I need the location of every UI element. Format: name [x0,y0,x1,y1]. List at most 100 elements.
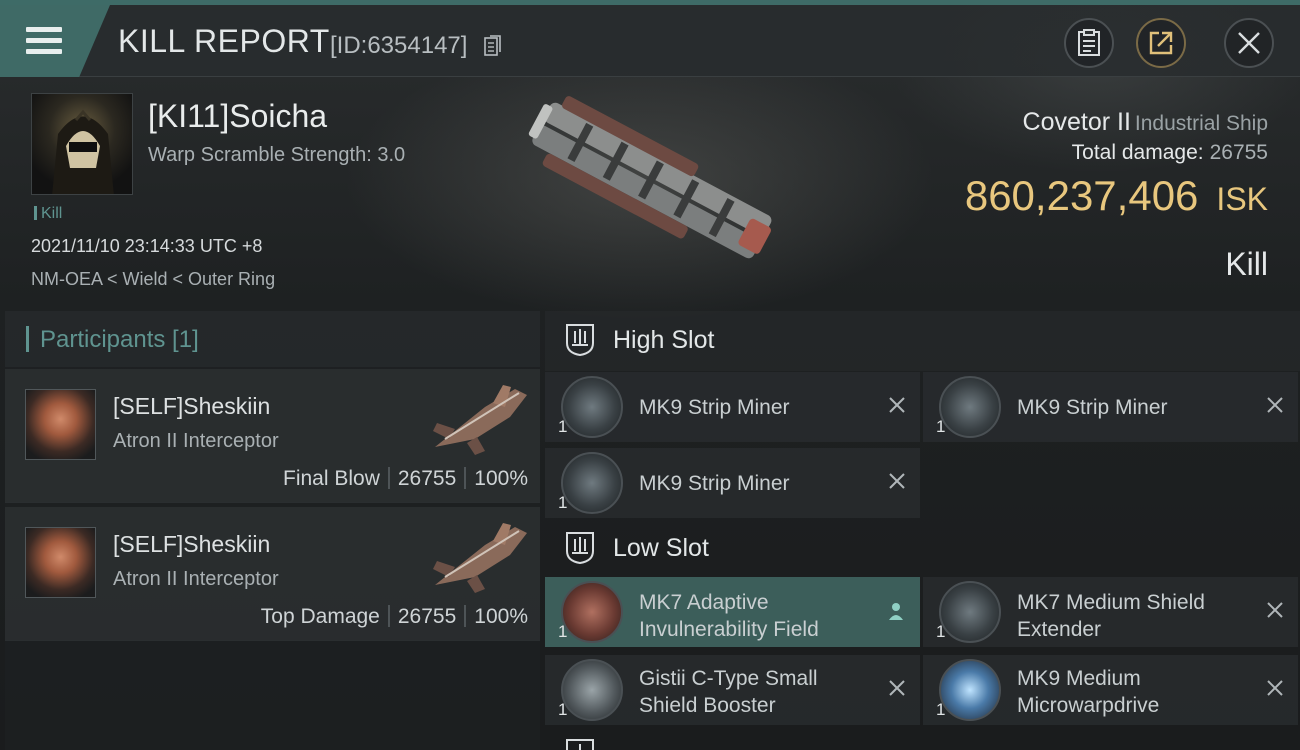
microwarpdrive-icon [939,659,1001,721]
participant-name: [SELF]Sheskiin [113,531,271,557]
slot-icon [566,324,594,357]
participant-damage: 26755 [397,605,457,628]
module-qty: 1 [936,417,946,436]
warp-scramble-strength: Warp Scramble Strength: 3.0 [148,144,406,166]
module-name-line1: MK7 Adaptive [639,591,769,614]
module-name: MK9 Strip Miner [639,472,790,495]
participants-header-accent [26,326,29,352]
stat-divider [387,605,390,627]
total-damage-value: 26755 [1209,141,1268,164]
participants-title: Participants [1] [40,326,199,353]
module-item[interactable]: 1 MK9 Strip Miner [923,372,1298,442]
menu-button[interactable] [0,5,110,77]
report-id: [ID:6354147] [330,32,468,59]
participant-percent: 100% [474,467,528,490]
module-item[interactable]: 1 MK9 Medium Microwarpdrive [923,655,1298,725]
module-name-line2: Microwarpdrive [1017,694,1160,717]
shield-extender-icon [939,581,1001,643]
remove-icon [1267,680,1283,696]
slot-icon [566,739,594,750]
module-qty: 1 [558,417,568,436]
participant-ship: Atron II Interceptor [113,430,279,452]
isk-unit: ISK [1216,181,1268,217]
participants-header: Participants [1] [5,311,540,367]
module-item[interactable]: 1 MK9 Strip Miner [545,372,920,442]
isk-amount: 860,237,406 [964,172,1199,219]
participant-avatar[interactable] [25,389,96,460]
module-name: MK7 Adaptive Invulnerability Field [639,589,819,643]
high-slot-header: High Slot [545,311,1300,371]
victim-avatar[interactable] [31,93,133,195]
stat-divider [464,605,467,627]
remove-icon [889,680,905,696]
module-qty: 1 [936,700,946,719]
module-name: MK9 Medium Microwarpdrive [1017,665,1159,719]
participant-avatar[interactable] [25,527,96,598]
shield-booster-icon [561,659,623,721]
module-name: MK9 Strip Miner [639,396,790,419]
module-name-line1: Gistii C-Type Small [639,667,818,690]
module-item[interactable]: 1 Gistii C-Type Small Shield Booster [545,655,920,725]
module-name-line1: MK9 Medium [1017,667,1141,690]
slot-icon [566,532,594,565]
clipboard-icon [1078,29,1100,56]
stat-divider [464,467,467,489]
person-icon [889,603,903,620]
module-item[interactable]: 1 MK7 Medium Shield Extender [923,577,1298,647]
victim-ship-class: Industrial Ship [1134,112,1268,135]
strip-miner-icon [561,452,623,514]
strip-miner-icon [561,376,623,438]
participant-row[interactable]: [SELF]Sheskiin Atron II Interceptor Top … [5,507,540,641]
module-name-line2: Extender [1017,618,1102,641]
participant-ship: Atron II Interceptor [113,568,279,590]
remove-icon [889,473,905,489]
invulnerability-field-icon [561,581,623,643]
kill-tag: Kill [34,205,62,223]
remove-icon [1267,602,1283,618]
participant-ship-image [433,385,527,455]
page-title: KILL REPORT [118,23,330,59]
kill-location[interactable]: NM-OEA < Wield < Outer Ring [31,269,275,290]
share-button[interactable] [1136,18,1186,68]
victim-ship[interactable]: Covetor II Industrial Ship [1023,108,1268,137]
victim-ship-image [528,96,772,259]
remove-icon [1267,397,1283,413]
participant-stats: Final Blow 26755 100% [283,467,528,491]
total-damage: Total damage: 26755 [1072,141,1268,165]
participant-role: Top Damage [260,605,380,628]
module-name: MK7 Medium Shield Extender [1017,589,1205,643]
module-name-line2: Shield Booster [639,694,776,717]
low-slot-header: Low Slot [545,519,1300,579]
participant-percent: 100% [474,605,528,628]
module-qty: 1 [558,700,568,719]
high-slot-title: High Slot [613,326,715,354]
module-item[interactable]: 1 MK7 Adaptive Invulnerability Field [545,577,920,647]
module-name-line1: MK7 Medium Shield [1017,591,1205,614]
module-qty: 1 [936,622,946,641]
victim-summary: [KI11]Soicha Warp Scramble Strength: 3.0… [0,78,1300,308]
participant-row[interactable]: [SELF]Sheskiin Atron II Interceptor Fina… [5,369,540,503]
low-slot-title: Low Slot [613,534,709,562]
module-item[interactable]: 1 MK9 Strip Miner [545,448,920,518]
mid-slot-header [545,732,1300,750]
remove-icon [889,397,905,413]
close-button[interactable] [1224,18,1274,68]
menu-icon [26,27,62,55]
strip-miner-icon [939,376,1001,438]
module-qty: 1 [558,493,568,512]
module-name: Gistii C-Type Small Shield Booster [639,665,818,719]
participant-stats: Top Damage 26755 100% [261,605,528,629]
clipboard-button[interactable] [1064,18,1114,68]
copy-icon[interactable] [484,35,502,57]
victim-name[interactable]: [KI11]Soicha [148,98,327,135]
share-icon [1149,31,1173,55]
module-name-line2: Invulnerability Field [639,618,819,641]
stat-divider [387,467,390,489]
module-name: MK9 Strip Miner [1017,396,1168,419]
close-icon [1238,32,1260,54]
participant-ship-image [433,523,527,593]
participant-role: Final Blow [283,467,380,490]
participant-damage: 26755 [397,467,457,490]
total-damage-label: Total damage: [1071,141,1204,164]
participant-name: [SELF]Sheskiin [113,393,271,419]
